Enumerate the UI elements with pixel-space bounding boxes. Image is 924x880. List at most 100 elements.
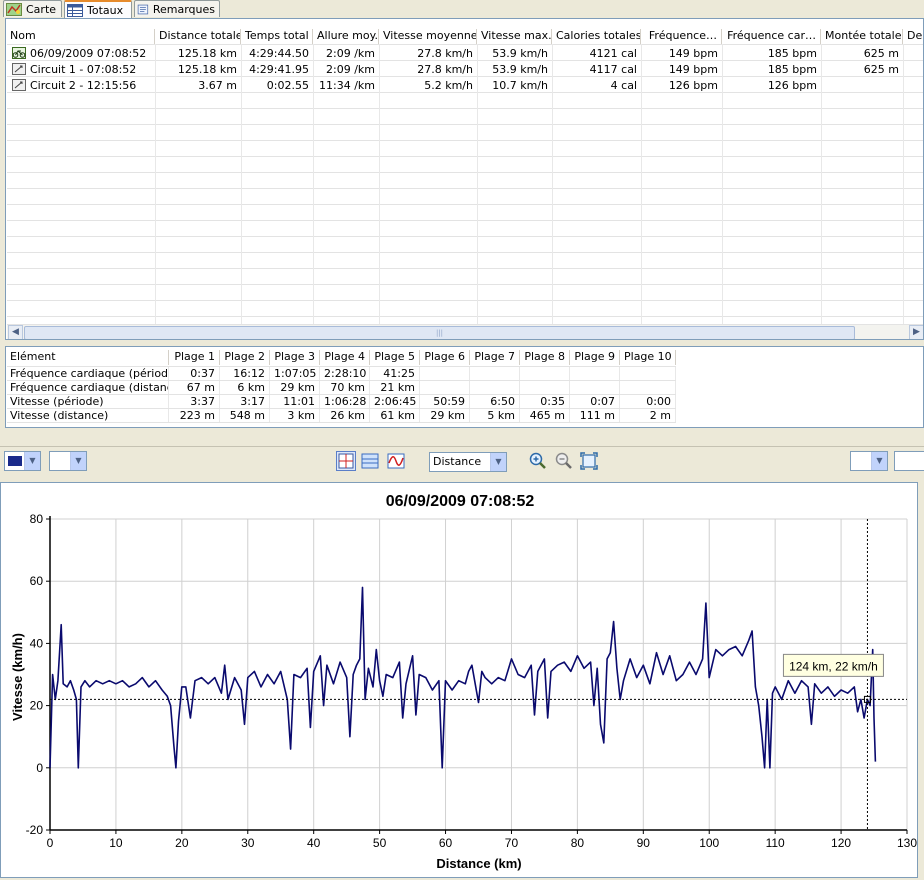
table-cell (520, 367, 570, 381)
line-style-select[interactable]: ▼ (4, 451, 41, 471)
table-cell (520, 381, 570, 395)
table-cell: 548 m (220, 409, 270, 423)
table-cell (470, 367, 520, 381)
range-column-header[interactable]: Elément (6, 350, 169, 365)
table-cell: 0:02.55 (266, 79, 309, 92)
table-cell: Circuit 1 - 07:08:52 (30, 63, 137, 76)
table-cell: 625 m (863, 47, 899, 60)
table-cell: 2 m (620, 409, 676, 423)
range-button[interactable] (360, 451, 380, 471)
table-cell: 70 km (320, 381, 370, 395)
table-cell: 2:28:10 (320, 367, 370, 381)
table-row[interactable]: 06/09/2009 07:08:52 125.18 km 4:29:44.50 2:… (6, 46, 923, 61)
table-cell: 625 m (863, 63, 899, 76)
range-column-header[interactable]: Plage 9 (570, 350, 620, 365)
table-row[interactable]: Fréquence cardiaque (distance) 67 m6 km 29… (6, 381, 676, 395)
zoom-out-button[interactable] (554, 451, 574, 471)
range-column-header[interactable]: Plage 5 (370, 350, 420, 365)
tab-remarques[interactable]: Remarques (134, 0, 220, 17)
range-column-header[interactable]: Plage 1 (169, 350, 220, 365)
column-header[interactable]: Fréquence car… (722, 29, 821, 44)
scroll-left-button[interactable]: ◀ (8, 325, 23, 339)
table-row[interactable]: Circuit 2 - 12:15:56 3.67 m 0:02.55 11:34 /… (6, 78, 923, 93)
chart-axes: 0 10 20 30 40 50 60 70 80 90 100 110 120 130-20020406… (26, 512, 918, 850)
y-tick-label: 0 (36, 761, 43, 775)
cursor-tooltip-text: 124 km, 22 km/h (789, 659, 878, 673)
grid-row-line (7, 268, 923, 269)
secondary-style-select[interactable]: ▼ (850, 451, 888, 471)
chart-canvas[interactable]: 0 10 20 30 40 50 60 70 80 90 100 110 120 130-20020406… (1, 483, 917, 877)
y-tick-label: 20 (30, 699, 44, 713)
x-axis-select[interactable]: Distance ▼ (429, 452, 507, 472)
table-cell: 27.8 km/h (417, 47, 473, 60)
zoom-in-button[interactable] (528, 451, 548, 471)
column-header[interactable]: Allure moy. (313, 29, 379, 44)
grid-row-line (7, 236, 923, 237)
x-tick-label: 130 (897, 836, 917, 850)
column-header[interactable]: Fréquence… (641, 29, 722, 44)
column-header[interactable]: Distance totale (155, 29, 241, 44)
chevron-down-icon: ▼ (24, 452, 40, 470)
table-cell: 0:00 (620, 395, 676, 409)
range-column-header[interactable]: Plage 3 (270, 350, 320, 365)
table-cell: Fréquence cardiaque (distance) (6, 381, 169, 395)
scroll-right-button[interactable]: ▶ (909, 325, 923, 339)
table-cell: 6:50 (470, 395, 520, 409)
table-row[interactable]: Fréquence cardiaque (période) 0:37 16:12 1:… (6, 367, 676, 381)
table-cell (620, 381, 676, 395)
table-cell (470, 381, 520, 395)
y-tick-label: 60 (30, 574, 44, 588)
x-tick-label: 90 (637, 836, 651, 850)
x-tick-label: 70 (505, 836, 519, 850)
scrollbar-thumb[interactable]: ||| (24, 326, 855, 339)
table-cell: 16:12 (220, 367, 270, 381)
table-cell: 0:35 (520, 395, 570, 409)
table-row[interactable]: Vitesse (période) 3:37 3:17 11:01 1:06:28 2:0… (6, 395, 676, 409)
range-column-header[interactable]: Plage 2 (220, 350, 270, 365)
zoom-out-icon (555, 452, 572, 469)
x-axis-select-value: Distance (433, 455, 482, 468)
chart-grid (50, 518, 908, 831)
range-column-header[interactable]: Plage 8 (520, 350, 570, 365)
horizontal-scrollbar[interactable]: ◀ ||| ▶ (7, 324, 923, 339)
table-cell: 53.9 km/h (492, 63, 548, 76)
range-column-header[interactable]: Plage 4 (320, 350, 370, 365)
x-tick-label: 60 (439, 836, 453, 850)
x-tick-label: 100 (699, 836, 719, 850)
table-row[interactable]: Vitesse (distance) 223 m 548 m3 km 26 km 61 … (6, 409, 676, 423)
column-header[interactable]: Nom (6, 29, 155, 44)
table-cell: 6 km (220, 381, 270, 395)
zoom-in-icon (529, 452, 546, 469)
table-cell: 185 bpm (767, 47, 817, 60)
column-header[interactable]: Vitesse max. (477, 29, 552, 44)
grid-row-line (7, 284, 923, 285)
table-cell: 4:29:41.95 (249, 63, 309, 76)
secondary-width-select[interactable] (894, 451, 924, 471)
range-column-header[interactable]: Plage 7 (470, 350, 520, 365)
smooth-button[interactable] (386, 451, 406, 471)
range-column-header[interactable]: Plage 6 (420, 350, 470, 365)
speed-chart: 0 10 20 30 40 50 60 70 80 90 100 110 120 130 -20 0 20 40 6… (0, 482, 918, 878)
table-cell: 06/09/2009 07:08:52 (30, 47, 147, 60)
x-tick-label: 30 (241, 836, 255, 850)
range-column-header[interactable]: Plage 10 (620, 350, 676, 365)
totals-grid: Nom Distance totale Temps total Allure m… (5, 18, 924, 340)
column-header[interactable]: Calories totales (552, 29, 641, 44)
crosshair-button[interactable] (336, 451, 356, 471)
column-header[interactable]: De (903, 29, 923, 44)
zoom-fit-button[interactable] (579, 451, 599, 471)
grid-row-line (7, 140, 923, 141)
table-cell: 26 km (320, 409, 370, 423)
table-cell: 149 bpm (668, 47, 718, 60)
tab-carte[interactable]: Carte (3, 0, 62, 17)
column-header[interactable]: Vitesse moyenne (379, 29, 477, 44)
column-header[interactable]: Montée totale (821, 29, 903, 44)
tab-totaux[interactable]: Totaux (64, 0, 132, 18)
line-width-select[interactable]: ▼ (49, 451, 87, 471)
crosshair-icon (338, 453, 354, 469)
column-header[interactable]: Temps total (241, 29, 313, 44)
table-row[interactable]: Circuit 1 - 07:08:52 125.18 km 4:29:41.95 2… (6, 62, 923, 77)
table-cell: 10.7 km/h (492, 79, 548, 92)
table-cell: 223 m (169, 409, 220, 423)
tab-bar: Carte Totaux Remarques (0, 0, 924, 18)
